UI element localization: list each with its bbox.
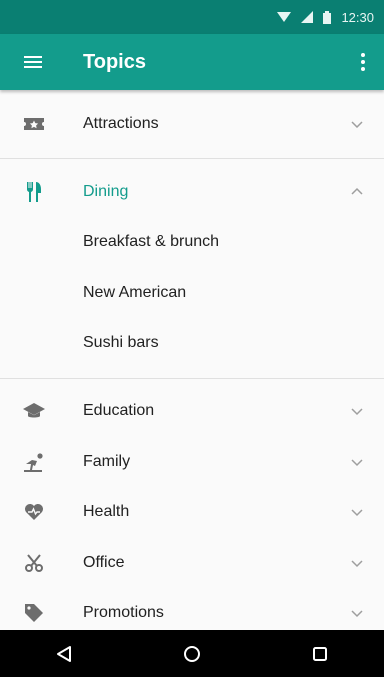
subtopic-item[interactable]: Sushi bars <box>0 318 384 368</box>
topic-label-promotions: Promotions <box>83 604 164 621</box>
home-button[interactable] <box>168 630 216 677</box>
status-icons: 12:30 <box>277 0 374 34</box>
system-nav-bar <box>0 630 384 677</box>
subtopic-label: Sushi bars <box>83 334 159 351</box>
chevron-down-icon <box>351 560 363 568</box>
status-bar: 12:30 <box>0 0 384 34</box>
topic-label-attractions: Attractions <box>83 115 159 132</box>
chevron-down-icon <box>351 610 363 618</box>
chevron-down-icon <box>351 509 363 517</box>
topic-label-office: Office <box>83 554 125 571</box>
tag-icon <box>22 601 46 625</box>
topic-label-health: Health <box>83 503 130 520</box>
topic-row-family[interactable]: Family <box>0 437 384 487</box>
topic-row-education[interactable]: Education <box>0 386 384 436</box>
topic-label-education: Education <box>83 402 155 419</box>
family-icon <box>22 450 46 474</box>
topic-row-promotions[interactable]: Promotions <box>0 588 384 630</box>
chevron-up-icon <box>351 187 363 195</box>
recents-button[interactable] <box>296 630 344 677</box>
subtopic-label: Breakfast & brunch <box>83 233 220 250</box>
restaurant-icon <box>22 180 46 204</box>
signal-icon <box>301 11 314 23</box>
app-bar: Topics <box>0 34 384 90</box>
back-button[interactable] <box>40 630 88 677</box>
chevron-down-icon <box>351 408 363 416</box>
topics-list: Attractions Dining Breakfast & brunch Ne… <box>0 90 384 630</box>
topic-label-family: Family <box>83 453 131 470</box>
subtopic-item[interactable]: Breakfast & brunch <box>0 217 384 267</box>
topic-label-dining: Dining <box>83 183 129 200</box>
heart-icon <box>22 500 46 524</box>
more-vert-icon[interactable] <box>358 50 368 74</box>
topic-row-dining[interactable]: Dining <box>0 167 384 217</box>
subtopic-label: New American <box>83 284 187 301</box>
topic-row-health[interactable]: Health <box>0 487 384 537</box>
scissors-icon <box>22 551 46 575</box>
battery-icon <box>323 10 332 24</box>
subtopic-item[interactable]: New American <box>0 268 384 318</box>
page-title: Topics <box>83 51 146 73</box>
topic-row-office[interactable]: Office <box>0 538 384 588</box>
chevron-down-icon <box>351 459 363 467</box>
divider <box>0 378 384 379</box>
ticket-icon <box>22 112 46 136</box>
home-icon <box>184 645 200 662</box>
menu-icon[interactable] <box>24 52 46 72</box>
status-time: 12:30 <box>341 9 374 25</box>
chevron-down-icon <box>351 121 363 129</box>
school-icon <box>22 399 46 423</box>
topic-row-attractions[interactable]: Attractions <box>0 99 384 149</box>
divider <box>0 158 384 159</box>
wifi-icon <box>277 12 292 22</box>
recents-icon <box>313 646 327 661</box>
back-icon <box>57 645 71 662</box>
